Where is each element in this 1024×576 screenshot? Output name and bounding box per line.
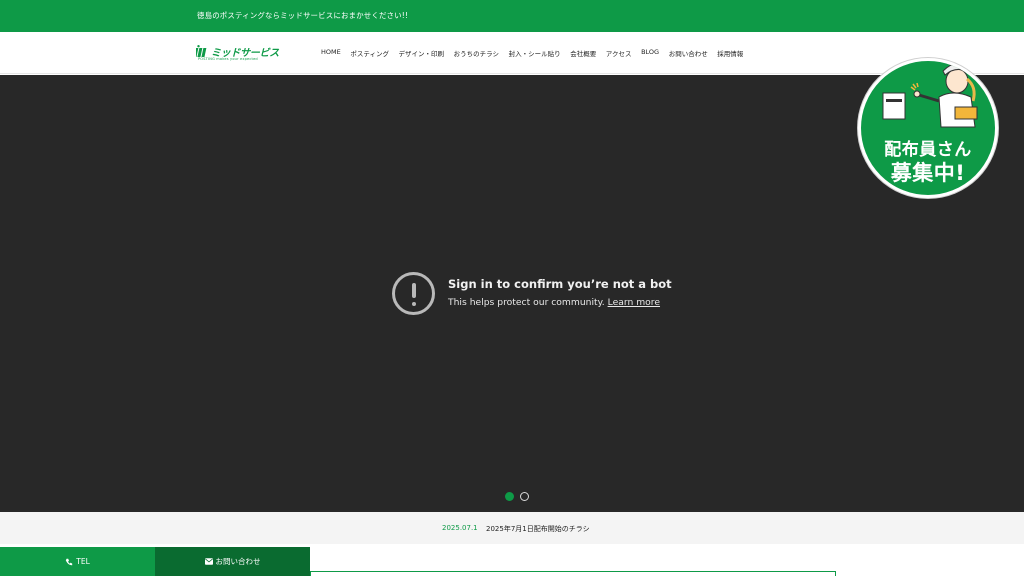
news-date: 2025.07.1	[442, 524, 478, 532]
delivery-worker-illustration-icon	[882, 63, 978, 128]
learn-more-link[interactable]: Learn more	[608, 297, 660, 308]
slider-dots	[505, 492, 529, 501]
bot-check-description: This helps protect our community. Learn …	[448, 297, 660, 308]
tel-label: TEL	[76, 557, 90, 566]
bot-check-message: Sign in to confirm you’re not a bot This…	[392, 272, 672, 318]
tagline: 徳島のポスティングならミッドサービスにおまかせください!!	[197, 11, 408, 20]
site-logo[interactable]: ミッドサービス POSTING makes your expected	[196, 44, 282, 64]
slider-dot-1[interactable]	[505, 492, 514, 501]
nav-item-design-print[interactable]: デザイン・印刷	[399, 48, 445, 58]
nav-item-blog[interactable]: BLOG	[641, 48, 659, 58]
nav-item-contact[interactable]: お問い合わせ	[669, 48, 708, 58]
nav-item-posting[interactable]: ポスティング	[350, 48, 389, 58]
mail-icon	[204, 558, 213, 565]
news-text[interactable]: 2025年7月1日配布開始のチラシ	[486, 524, 590, 534]
content-box-outline	[310, 571, 836, 576]
slider-dot-2[interactable]	[520, 492, 529, 501]
phone-icon	[66, 558, 73, 565]
nav-item-enclosing[interactable]: 封入・シール貼り	[509, 48, 561, 58]
bot-check-title: Sign in to confirm you’re not a bot	[448, 277, 672, 291]
nav-item-home-flyer[interactable]: おうちのチラシ	[454, 48, 499, 58]
tel-button[interactable]: TEL	[0, 547, 155, 576]
nav-item-company[interactable]: 会社概要	[570, 48, 596, 58]
news-ticker: 2025.07.1 2025年7月1日配布開始のチラシ	[0, 512, 1024, 544]
exclamation-icon	[392, 272, 435, 315]
logo-subtitle: POSTING makes your expected	[198, 57, 258, 61]
nav-item-home[interactable]: HOME	[321, 48, 341, 58]
main-nav: HOME ポスティング デザイン・印刷 おうちのチラシ 封入・シール貼り 会社概…	[321, 48, 753, 58]
bot-check-desc-text: This helps protect our community.	[448, 297, 605, 308]
top-bar: 徳島のポスティングならミッドサービスにおまかせください!!	[0, 0, 1024, 32]
nav-item-recruit[interactable]: 採用情報	[717, 48, 743, 58]
contact-label: お問い合わせ	[215, 557, 261, 566]
badge-line-2: 募集中!	[890, 161, 966, 185]
fixed-contact-bar: TEL お問い合わせ	[0, 547, 310, 576]
contact-button[interactable]: お問い合わせ	[155, 547, 310, 576]
nav-item-access[interactable]: アクセス	[606, 48, 632, 58]
recruit-badge[interactable]: 配布員さん 募集中!	[858, 58, 998, 198]
